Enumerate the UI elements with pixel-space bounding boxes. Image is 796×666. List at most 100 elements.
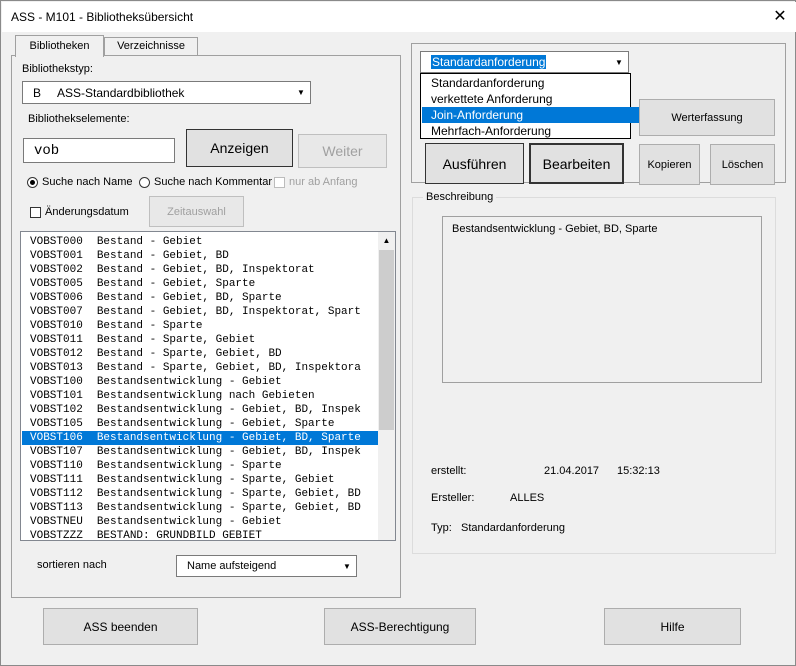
sortieren-select[interactable]: Name aufsteigend ▼ — [176, 555, 357, 577]
loeschen-button-label: Löschen — [721, 158, 764, 171]
list-item[interactable]: VOBSTNEU Bestandsentwicklung - Gebiet — [30, 515, 282, 529]
sortieren-value: Name aufsteigend — [187, 560, 277, 572]
type-label: Typ: — [431, 522, 452, 534]
bibliothekselemente-label: Bibliothekselemente: — [28, 113, 130, 125]
list-item-text: Bestandsentwicklung - Gebiet — [96, 376, 282, 388]
radio-suche-name-label: Suche nach Name — [42, 176, 133, 188]
tab-bibliotheken[interactable]: Bibliotheken — [15, 35, 104, 57]
kopieren-button[interactable]: Kopieren — [639, 144, 700, 185]
list-item-text: Bestandsentwicklung nach Gebieten — [96, 390, 315, 402]
checkbox-nur-ab-anfang[interactable] — [274, 177, 285, 188]
request-type-option[interactable]: Join-Anforderung — [422, 107, 639, 123]
list-item-code: VOBST011 — [30, 334, 83, 346]
ass-berechtigung-button-label: ASS-Berechtigung — [350, 619, 450, 634]
list-item-code: VOBST101 — [30, 390, 83, 402]
tab-verzeichnisse[interactable]: Verzeichnisse — [104, 37, 198, 55]
list-item-code: VOBST105 — [30, 418, 83, 430]
list-item[interactable]: VOBST013 Bestand - Sparte, Gebiet, BD, In… — [30, 361, 361, 375]
chevron-down-icon[interactable]: ▼ — [611, 53, 627, 71]
description-textbox[interactable]: Bestandsentwicklung - Gebiet, BD, Sparte — [442, 216, 762, 383]
ausfuehren-button[interactable]: Ausführen — [425, 143, 524, 184]
list-scrollbar[interactable]: ▲ — [378, 232, 395, 540]
list-item-code: VOBST012 — [30, 348, 83, 360]
list-item-text: Bestand - Sparte, Gebiet, BD — [96, 348, 282, 360]
request-type-option[interactable]: Mehrfach-Anforderung — [422, 123, 639, 139]
beschreibung-group: Beschreibung Bestandsentwicklung - Gebie… — [412, 191, 776, 554]
elements-list[interactable]: VOBST000 Bestand - Gebiet VOBST001 Bestand … — [20, 231, 396, 541]
list-item[interactable]: VOBST101 Bestandsentwicklung nach Gebiete… — [30, 389, 315, 403]
created-date: 21.04.2017 — [544, 465, 600, 477]
list-item-text: Bestandsentwicklung - Gebiet, BD, Sparte — [96, 432, 361, 444]
zeitauswahl-button[interactable]: Zeitauswahl — [149, 196, 244, 227]
list-item[interactable]: VOBST002 Bestand - Gebiet, BD, Inspektora… — [30, 263, 315, 277]
title-bar: ASS - M101 - Bibliotheksübersicht ✕ — [2, 2, 796, 32]
list-item-text: Bestand - Sparte — [96, 320, 203, 332]
list-item-code: VOBST007 — [30, 306, 83, 318]
list-item[interactable]: VOBST110 Bestandsentwicklung - Sparte — [30, 459, 282, 473]
scroll-thumb[interactable] — [379, 250, 394, 430]
radio-suche-kommentar[interactable] — [139, 177, 150, 188]
list-item[interactable]: VOBST102 Bestandsentwicklung - Gebiet, BD… — [30, 403, 361, 417]
list-item-text: Bestand - Gebiet, Sparte — [96, 278, 256, 290]
list-item[interactable]: VOBST010 Bestand - Sparte — [30, 319, 202, 333]
created-label: erstellt: — [431, 465, 467, 477]
tab-bibliotheken-label: Bibliotheken — [29, 40, 90, 52]
werterfassung-button-label: Werterfassung — [671, 111, 743, 124]
list-item-text: Bestand - Gebiet, BD, Sparte — [96, 292, 282, 304]
list-item[interactable]: VOBST012 Bestand - Sparte, Gebiet, BD — [30, 347, 282, 361]
list-item[interactable]: VOBST005 Bestand - Gebiet, Sparte — [30, 277, 255, 291]
checkbox-aenderungsdatum[interactable] — [30, 207, 41, 218]
list-item-code: VOBST113 — [30, 502, 83, 514]
request-type-select[interactable]: Standardanforderung ▼ — [420, 51, 629, 73]
list-item[interactable]: VOBSTZZZ BESTAND: GRUNDBILD GEBIET — [30, 529, 262, 541]
ass-beenden-button[interactable]: ASS beenden — [43, 608, 198, 645]
scroll-up-icon[interactable]: ▲ — [378, 232, 395, 249]
list-item-code: VOBST107 — [30, 446, 83, 458]
bibliothekstyp-name: ASS-Standardbibliothek — [57, 86, 185, 100]
list-item-code: VOBSTZZZ — [30, 530, 83, 541]
weiter-button-label: Weiter — [322, 143, 363, 159]
list-item-code: VOBSTNEU — [30, 516, 83, 528]
list-item[interactable]: VOBST007 Bestand - Gebiet, BD, Inspektora… — [30, 305, 361, 319]
list-item[interactable]: VOBST006 Bestand - Gebiet, BD, Sparte — [30, 291, 282, 305]
ass-beenden-button-label: ASS beenden — [83, 619, 158, 634]
ausfuehren-button-label: Ausführen — [442, 155, 507, 172]
list-item[interactable]: VOBST106 Bestandsentwicklung - Gebiet, BD… — [22, 431, 386, 445]
list-item[interactable]: VOBST113 Bestandsentwicklung - Sparte, Ge… — [30, 501, 361, 515]
search-input[interactable]: vob — [23, 138, 175, 163]
chevron-down-icon[interactable]: ▼ — [293, 83, 309, 102]
list-item[interactable]: VOBST112 Bestandsentwicklung - Sparte, Ge… — [30, 487, 361, 501]
list-item[interactable]: VOBST001 Bestand - Gebiet, BD — [30, 249, 229, 263]
anzeigen-button[interactable]: Anzeigen — [186, 129, 293, 167]
bearbeiten-button[interactable]: Bearbeiten — [529, 143, 624, 184]
zeitauswahl-button-label: Zeitauswahl — [167, 205, 226, 218]
request-type-option[interactable]: Standardanforderung — [422, 75, 639, 91]
bibliothekstyp-select[interactable]: B ASS-Standardbibliothek ▼ — [22, 81, 311, 104]
list-item[interactable]: VOBST011 Bestand - Sparte, Gebiet — [30, 333, 255, 347]
close-icon[interactable]: ✕ — [765, 6, 795, 28]
weiter-button[interactable]: Weiter — [298, 134, 387, 168]
werterfassung-button[interactable]: Werterfassung — [639, 99, 775, 136]
radio-suche-kommentar-label: Suche nach Kommentar — [154, 176, 273, 188]
request-type-value: Standardanforderung — [431, 55, 547, 69]
kopieren-button-label: Kopieren — [647, 158, 692, 171]
list-item[interactable]: VOBST107 Bestandsentwicklung - Gebiet, BD… — [30, 445, 361, 459]
ass-berechtigung-button[interactable]: ASS-Berechtigung — [324, 608, 476, 645]
chevron-down-icon[interactable]: ▼ — [339, 557, 355, 575]
list-item-code: VOBST112 — [30, 488, 83, 500]
search-input-value: vob — [34, 143, 60, 159]
loeschen-button[interactable]: Löschen — [710, 144, 775, 185]
hilfe-button[interactable]: Hilfe — [604, 608, 741, 645]
list-item-text: Bestandsentwicklung - Gebiet, Sparte — [96, 418, 335, 430]
radio-suche-name[interactable] — [27, 177, 38, 188]
list-item-code: VOBST013 — [30, 362, 83, 374]
bibliothekstyp-code: B — [33, 86, 42, 100]
list-item-code: VOBST006 — [30, 292, 83, 304]
created-time: 15:32:13 — [617, 465, 660, 477]
list-item-text: Bestandsentwicklung - Gebiet, BD, Inspek — [96, 446, 361, 458]
request-type-option[interactable]: verkettete Anforderung — [422, 91, 639, 107]
list-item[interactable]: VOBST000 Bestand - Gebiet — [30, 235, 202, 249]
list-item[interactable]: VOBST111 Bestandsentwicklung - Sparte, Ge… — [30, 473, 334, 487]
list-item[interactable]: VOBST100 Bestandsentwicklung - Gebiet — [30, 375, 282, 389]
list-item[interactable]: VOBST105 Bestandsentwicklung - Gebiet, Sp… — [30, 417, 334, 431]
